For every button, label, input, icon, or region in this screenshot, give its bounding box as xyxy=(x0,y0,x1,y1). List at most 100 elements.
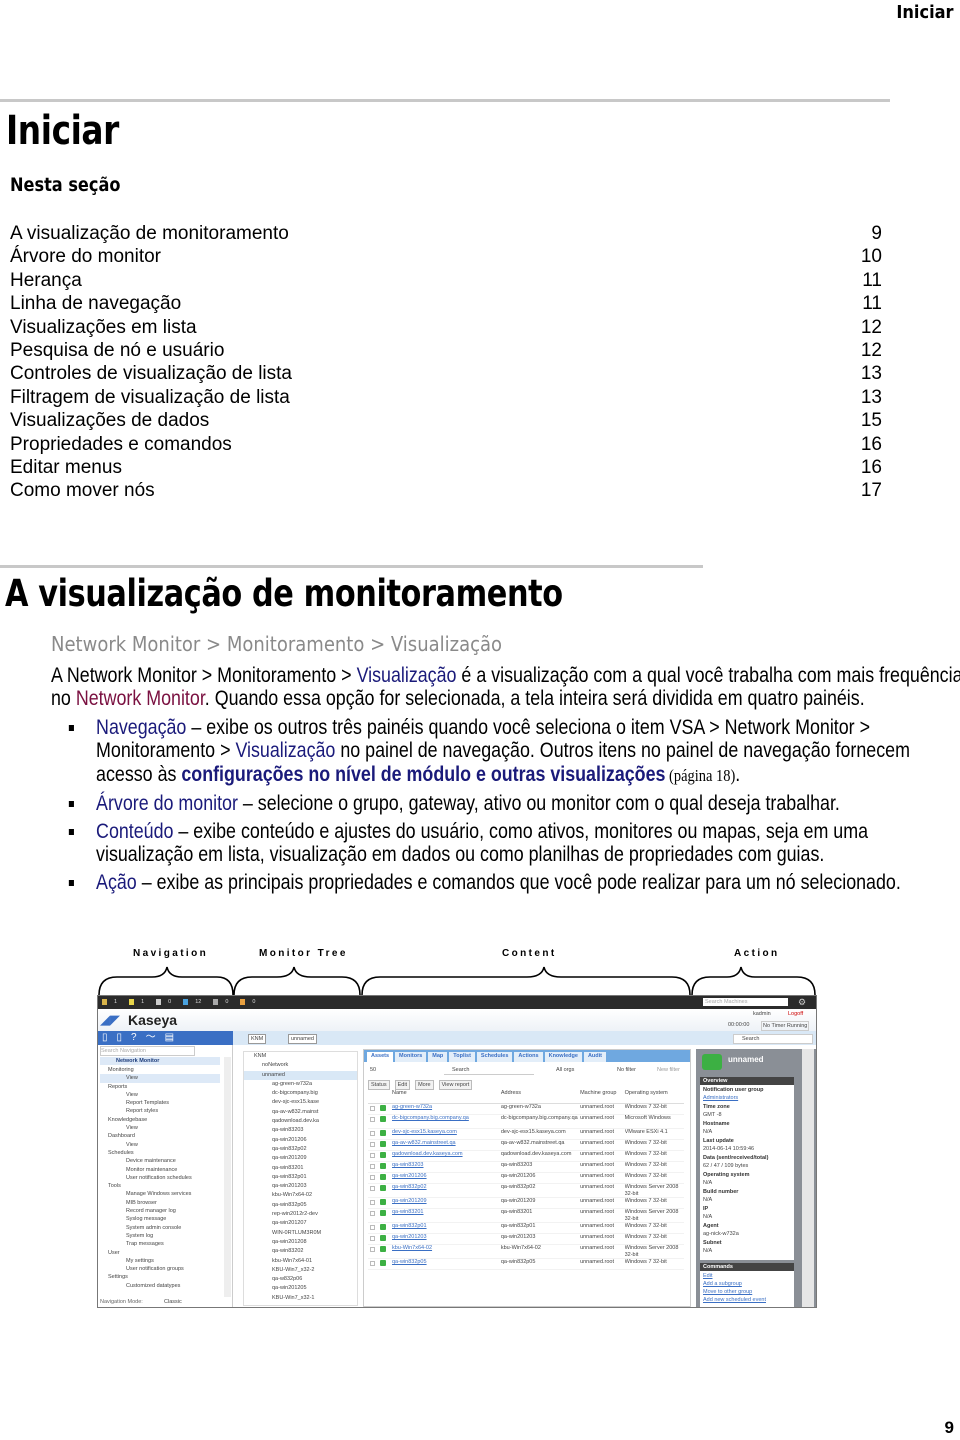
tree-node[interactable]: qa-win201209 xyxy=(244,1154,357,1163)
table-row[interactable]: qa-win201206 qa-win201206 unnamed.root Wind… xyxy=(368,1173,684,1184)
tab-monitors[interactable]: Monitors xyxy=(395,1052,427,1062)
link-network-monitor[interactable]: Network Monitor xyxy=(76,687,205,710)
tree-node[interactable]: qa-win201205 xyxy=(244,1284,357,1293)
toc-label[interactable]: Árvore do monitor xyxy=(10,245,161,268)
nav-item[interactable]: Monitor maintenance xyxy=(100,1166,220,1174)
table-row[interactable]: qa-win83201 qa-win83201 unnamed.root Window… xyxy=(368,1209,684,1223)
column-header[interactable]: Address xyxy=(501,1090,580,1103)
tab-assets[interactable]: Assets xyxy=(367,1052,394,1062)
row-checkbox[interactable] xyxy=(370,1131,375,1136)
row-checkbox[interactable] xyxy=(370,1175,375,1180)
toc-entry[interactable]: Como mover nós 17 xyxy=(10,479,882,502)
nav-item[interactable]: My settings xyxy=(100,1257,220,1265)
column-header[interactable]: Machine group xyxy=(580,1090,625,1103)
nav-item[interactable]: User xyxy=(100,1249,220,1257)
nav-item[interactable]: MIB browser xyxy=(100,1199,220,1207)
asset-link[interactable]: qa-win832p02 xyxy=(392,1184,501,1197)
tree-node[interactable]: unnamed xyxy=(244,1070,357,1080)
toc-label[interactable]: Controles de visualização de lista xyxy=(10,362,292,385)
table-row[interactable]: dc-bigcompany.big.company.qa dc-bigcompan… xyxy=(368,1115,684,1129)
nav-toolbar[interactable]: ▯▯?〜▤ xyxy=(98,1031,233,1045)
row-checkbox[interactable] xyxy=(370,1225,375,1230)
status-button[interactable]: Status xyxy=(368,1080,390,1090)
tab-schedules[interactable]: Schedules xyxy=(476,1052,513,1062)
row-checkbox[interactable] xyxy=(370,1106,375,1111)
page-size-select[interactable]: 50 xyxy=(370,1066,376,1074)
alarm-count[interactable]: 1 xyxy=(102,999,118,1005)
nav-module-network-monitor[interactable]: Network Monitor xyxy=(100,1057,220,1065)
nav-item[interactable]: Settings xyxy=(100,1273,220,1281)
logoff-button[interactable]: Logoff xyxy=(788,1010,803,1018)
table-row[interactable]: kbu-Win7x64-02 kbu-Win7x64-02 unnamed.root… xyxy=(368,1245,684,1259)
nav-item[interactable]: System admin console xyxy=(100,1224,220,1232)
asset-link[interactable]: kbu-Win7x64-02 xyxy=(392,1245,501,1258)
nav-item[interactable]: View xyxy=(100,1124,220,1132)
asset-link[interactable]: qa-av-w832.mainstreet.qa xyxy=(392,1140,501,1150)
link-module-settings[interactable]: configurações no nível de módulo e outra… xyxy=(181,763,665,786)
tree-node[interactable]: qa-win832p05 xyxy=(244,1201,357,1210)
tree-node[interactable]: KBU-Win7_x32-1 xyxy=(244,1294,357,1303)
asset-link[interactable]: qa-win832p05 xyxy=(392,1259,501,1269)
nav-mode-toggle[interactable]: Classic xyxy=(164,1298,182,1306)
table-row[interactable]: qa-win83203 qa-win83203 unnamed.root Window… xyxy=(368,1162,684,1173)
toc-entry[interactable]: Controles de visualização de lista 13 xyxy=(10,362,882,385)
tree-node[interactable]: dc-bigcompany.big xyxy=(244,1089,357,1098)
tree-node[interactable]: ag-green-w732a xyxy=(244,1080,357,1089)
search-input[interactable]: Search xyxy=(733,1034,813,1044)
asset-link[interactable]: qa-win832p01 xyxy=(392,1223,501,1233)
tree-node[interactable]: noNetwork xyxy=(244,1061,357,1070)
toc-label[interactable]: Visualizações em lista xyxy=(10,316,197,339)
toc-label[interactable]: Filtragem de visualização de lista xyxy=(10,386,290,409)
edit-button[interactable]: Edit xyxy=(394,1080,411,1090)
property-value[interactable]: Administrators xyxy=(703,1095,791,1103)
tree-node[interactable]: dev-sjc-esx15.kase xyxy=(244,1098,357,1107)
toc-label[interactable]: A visualização de monitoramento xyxy=(10,222,289,245)
toc-label[interactable]: Editar menus xyxy=(10,456,122,479)
tree-node[interactable]: rep-win2012r2-dev xyxy=(244,1210,357,1219)
row-checkbox[interactable] xyxy=(370,1261,375,1266)
content-search-input[interactable]: Search xyxy=(444,1066,534,1075)
more-button[interactable]: More xyxy=(415,1080,434,1090)
toc-entry[interactable]: Linha de navegação 11 xyxy=(10,292,882,315)
commands-header[interactable]: Commands xyxy=(700,1263,794,1271)
table-row[interactable]: dev-sjc-esx15.kaseya.com dev-sjc-esx15.ka… xyxy=(368,1129,684,1140)
crumb-unnamed[interactable]: unnamed xyxy=(288,1034,317,1044)
table-row[interactable]: qa-av-w832.mainstreet.qa qa-av-w832.mains… xyxy=(368,1140,684,1151)
tree-node[interactable]: qadownload.dev.ka xyxy=(244,1117,357,1126)
nav-item[interactable]: Syslog message xyxy=(100,1215,220,1223)
term-link[interactable]: Ação xyxy=(96,871,137,894)
link-visualizacao[interactable]: Visualização xyxy=(357,664,457,687)
asset-link[interactable]: qadownload.dev.kaseya.com xyxy=(392,1151,501,1161)
alarm-count[interactable]: 1 xyxy=(129,999,145,1005)
command-link[interactable]: Edit xyxy=(703,1272,791,1280)
column-header[interactable]: Operating system xyxy=(625,1090,684,1103)
nav-item[interactable]: Report styles xyxy=(100,1107,220,1115)
nav-item[interactable]: Tools xyxy=(100,1182,220,1190)
view-report-button[interactable]: View report xyxy=(438,1080,473,1090)
toc-label[interactable]: Visualizações de dados xyxy=(10,409,209,432)
asset-link[interactable]: dc-bigcompany.big.company.qa xyxy=(392,1115,501,1128)
term-link[interactable]: Conteúdo xyxy=(96,820,173,843)
nav-item[interactable]: Device maintenance xyxy=(100,1157,220,1165)
row-checkbox[interactable] xyxy=(370,1142,375,1147)
asset-link[interactable]: qa-win201206 xyxy=(392,1173,501,1183)
toc-entry[interactable]: Herança 11 xyxy=(10,269,882,292)
alarm-count[interactable]: 0 xyxy=(213,999,229,1005)
alarm-count[interactable]: 0 xyxy=(240,999,256,1005)
search-machines-input[interactable]: Search Machines xyxy=(703,998,788,1006)
asset-link[interactable]: qa-win83203 xyxy=(392,1162,501,1172)
nav-item[interactable]: User notification schedules xyxy=(100,1174,220,1182)
tree-node[interactable]: KNM xyxy=(244,1052,357,1061)
asset-link[interactable]: dev-sjc-esx15.kaseya.com xyxy=(392,1129,501,1139)
row-checkbox[interactable] xyxy=(370,1200,375,1205)
tree-node[interactable]: kbu-Win7x64-02 xyxy=(244,1191,357,1200)
tree-node[interactable]: qa-win201208 xyxy=(244,1238,357,1247)
toc-label[interactable]: Propriedades e comandos xyxy=(10,433,232,456)
table-row[interactable]: qa-win832p05 qa-win832p05 unnamed.root Wind… xyxy=(368,1259,684,1270)
crumb-knm[interactable]: KNM xyxy=(248,1034,267,1044)
tree-node[interactable]: qa-win83203 xyxy=(244,1126,357,1135)
nav-item[interactable]: Report Templates xyxy=(100,1099,220,1107)
tree-node[interactable]: qa-win832p02 xyxy=(244,1145,357,1154)
tree-node[interactable]: KBU-Win7_x32-2 xyxy=(244,1266,357,1275)
row-checkbox[interactable] xyxy=(370,1117,375,1122)
